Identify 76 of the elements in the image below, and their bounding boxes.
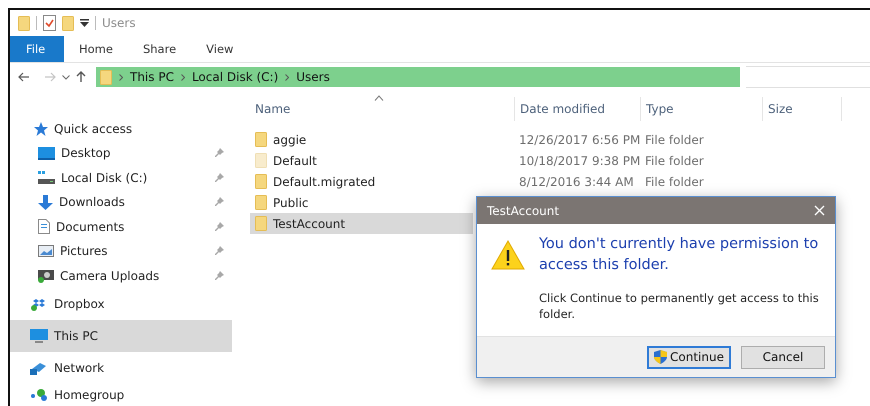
- properties-icon[interactable]: [43, 15, 56, 31]
- drive-icon: [38, 171, 55, 184]
- breadcrumb[interactable]: Users: [296, 70, 330, 84]
- shield-icon: [654, 350, 668, 364]
- back-icon[interactable]: [18, 72, 30, 82]
- sidebar-item[interactable]: Local Disk (C:): [10, 166, 232, 190]
- sidebar-item[interactable]: This PC: [10, 320, 232, 352]
- column-header[interactable]: Date modified: [514, 97, 640, 121]
- chevron-icon[interactable]: [180, 74, 185, 80]
- file-name[interactable]: TestAccount: [250, 213, 473, 234]
- sidebar-item[interactable]: Homegroup: [10, 384, 232, 406]
- ribbon-tab[interactable]: View: [191, 36, 248, 62]
- new-folder-icon[interactable]: [62, 16, 74, 30]
- type-cell-text: File folder: [644, 132, 705, 146]
- monitor-icon: [30, 329, 48, 343]
- chevron-icon[interactable]: [119, 74, 123, 80]
- dialog-title: TestAccount: [487, 204, 560, 218]
- file-name[interactable]: Default.migrated: [250, 171, 473, 192]
- network-icon: [30, 361, 48, 375]
- window-title: Users: [102, 16, 136, 30]
- forward-icon[interactable]: [44, 72, 56, 82]
- type-cell-text: File folder: [644, 154, 705, 168]
- file-name[interactable]: Public: [250, 192, 473, 213]
- pin-icon[interactable]: [215, 270, 224, 281]
- folder-icon: [255, 174, 267, 189]
- ribbon-tab[interactable]: Share: [128, 36, 192, 62]
- column-header[interactable]: Type: [640, 97, 762, 121]
- folder-icon[interactable]: [18, 16, 30, 30]
- folder-icon: [255, 216, 267, 231]
- date-cell-text: 12/26/2017 6:56 PM: [518, 132, 640, 146]
- camera-icon: [38, 268, 54, 284]
- customize-icon[interactable]: [80, 19, 89, 27]
- type-cell-text: File folder: [644, 174, 705, 188]
- file-menu-tab[interactable]: File: [10, 36, 64, 62]
- folder-icon: [255, 153, 267, 168]
- chevron-down-icon[interactable]: [62, 74, 70, 80]
- picture-icon: [38, 245, 54, 258]
- sidebar-item[interactable]: Dropbox: [10, 288, 232, 320]
- up-arrow-icon[interactable]: [76, 71, 86, 83]
- file-name[interactable]: aggie: [250, 129, 473, 150]
- desktop-icon: [38, 146, 55, 160]
- sidebar-item[interactable]: Camera Uploads: [10, 264, 232, 288]
- pin-icon[interactable]: [215, 172, 224, 183]
- folder-icon: [100, 70, 112, 84]
- folder-icon: [255, 195, 267, 210]
- folder-icon: [255, 132, 267, 147]
- dialog-message: Click Continue to permanently get access to this folder.: [539, 290, 819, 322]
- sidebar-item[interactable]: Documents: [10, 214, 232, 239]
- column-header[interactable]: Name: [250, 97, 514, 121]
- ribbon-tab[interactable]: Home: [64, 36, 128, 62]
- star-icon: [34, 122, 48, 136]
- column-header[interactable]: Size: [762, 97, 842, 121]
- date-cell-text: 8/12/2016 3:44 AM: [518, 174, 635, 188]
- close-icon[interactable]: [814, 205, 825, 216]
- date-cell-text: 10/18/2017 9:38 PM: [518, 154, 640, 168]
- warning-icon: [491, 240, 525, 270]
- sidebar-item[interactable]: Desktop: [10, 141, 232, 166]
- chevron-icon[interactable]: [285, 74, 290, 80]
- dialog-heading: You don't currently have permission to access this folder.: [539, 235, 819, 275]
- continue-button[interactable]: Continue: [647, 346, 731, 368]
- down-arrow-icon: [38, 194, 53, 210]
- cancel-button[interactable]: Cancel: [741, 346, 825, 368]
- breadcrumb[interactable]: This PC: [130, 70, 174, 84]
- file-name[interactable]: Default: [250, 150, 473, 171]
- pin-icon[interactable]: [215, 246, 224, 256]
- breadcrumb[interactable]: Local Disk (C:): [192, 70, 278, 84]
- sidebar-item[interactable]: Downloads: [10, 190, 232, 214]
- sidebar-item[interactable]: Quick access: [10, 117, 232, 141]
- address-bar[interactable]: This PC Local Disk (C:) Users: [96, 67, 740, 87]
- sidebar-item[interactable]: Network: [10, 352, 232, 384]
- document-icon: [38, 219, 50, 234]
- pin-icon[interactable]: [215, 222, 224, 232]
- pin-icon[interactable]: [215, 148, 224, 158]
- pin-icon[interactable]: [215, 197, 224, 208]
- sidebar-item[interactable]: Pictures: [10, 239, 232, 264]
- search-field[interactable]: [746, 66, 870, 88]
